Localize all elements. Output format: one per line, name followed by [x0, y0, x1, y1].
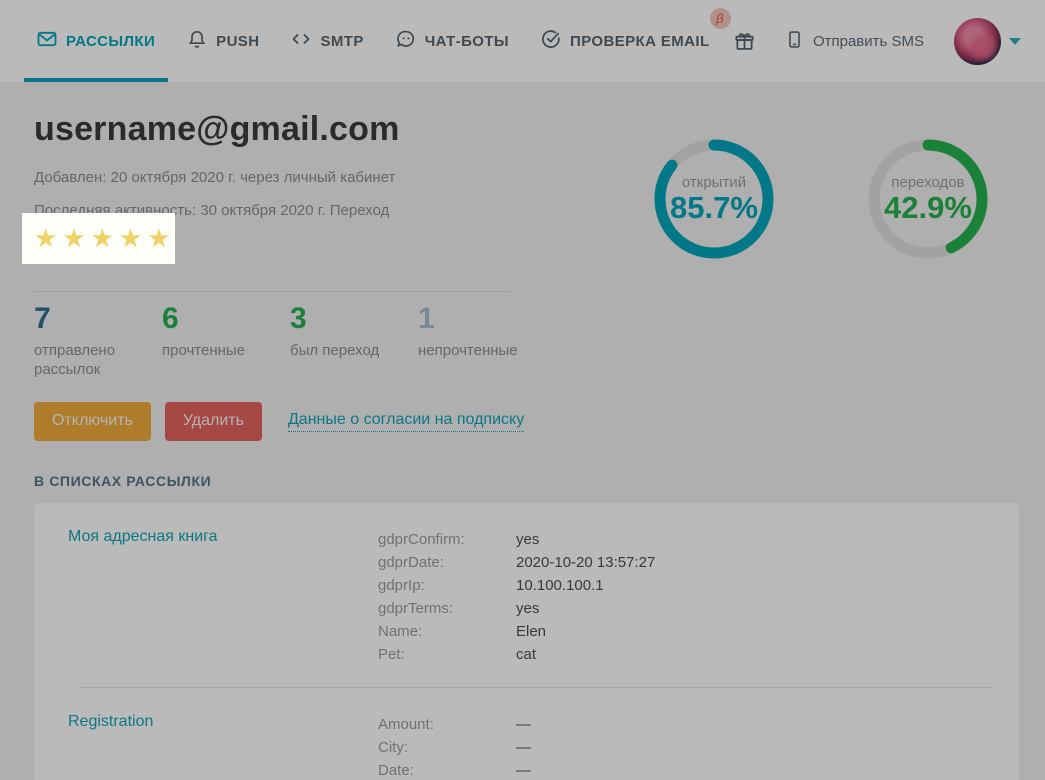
field-value: yes [516, 530, 540, 548]
click-rate-label: переходов [891, 173, 965, 191]
open-rate-value: 85.7% [670, 189, 758, 225]
chat-bot-icon [396, 29, 416, 53]
stats-divider [34, 291, 510, 292]
field-row: Date: — [378, 759, 1019, 780]
stat-clicked: 3 был переход [290, 304, 418, 380]
field-label: City: [378, 738, 408, 756]
stat-clicked-value: 3 [290, 302, 307, 335]
field-row: gdprTerms: yes [378, 597, 1019, 620]
donut-charts: открытий 85.7% переходов 42.9% [653, 110, 1019, 489]
phone-icon [785, 30, 804, 53]
nav-tab-email-verify[interactable]: ПРОВЕРКА EMAIL β [528, 0, 731, 82]
field-value: — [516, 738, 531, 756]
field-label: Pet: [378, 645, 405, 663]
field-row: gdprIp: 10.100.100.1 [378, 574, 1019, 597]
list-name-link[interactable]: Моя адресная книга [68, 528, 378, 666]
stat-sent: 7 отправлено рассылок [34, 304, 162, 380]
lists-section-title: В СПИСКАХ РАССЫЛКИ [34, 472, 212, 489]
account-menu[interactable] [954, 17, 1021, 65]
gift-icon[interactable] [734, 31, 755, 52]
field-row: gdprConfirm: yes [378, 528, 1019, 551]
field-value: 10.100.100.1 [516, 576, 604, 594]
mailing-list-row: Registration Amount:—City:—Date:—gdprCon… [34, 686, 1019, 780]
subscriber-page: username@gmail.com Добавлен: 20 октября … [0, 82, 1045, 780]
check-circle-icon [541, 29, 561, 53]
list-name-link[interactable]: Registration [68, 713, 378, 780]
stat-sent-label: отправлено рассылок [34, 342, 116, 378]
rating-stars[interactable]: ★★★★★ [22, 213, 175, 264]
click-rate-donut: переходов 42.9% [867, 138, 989, 260]
field-label: gdprTerms: [378, 599, 454, 617]
nav-tab-label: ЧАТ-БОТЫ [424, 32, 510, 50]
open-rate-donut: открытий 85.7% [653, 138, 775, 260]
nav-tab-label: РАССЫЛКИ [66, 32, 156, 50]
field-label: gdprConfirm: [378, 530, 465, 548]
field-label: gdprDate: [378, 553, 444, 571]
stat-unread-value: 1 [418, 302, 435, 335]
nav-tab-chatbots[interactable]: ЧАТ-БОТЫ [383, 0, 522, 82]
consent-data-link[interactable]: Данные о согласии на подписку [287, 411, 525, 432]
send-sms-button[interactable]: Отправить SMS [785, 30, 924, 53]
stat-sent-value: 7 [34, 302, 51, 335]
send-sms-label: Отправить SMS [812, 32, 924, 50]
field-label: gdprIp: [378, 576, 425, 594]
mailing-list-row: Моя адресная книга gdprConfirm: yes gdprDa… [34, 503, 1019, 687]
beta-badge: β [709, 8, 731, 29]
stat-read: 6 прочтенные [162, 304, 290, 380]
subscriber-stats: 7 отправлено рассылок 6 прочтенные 3 был… [34, 304, 556, 380]
field-value: yes [516, 599, 540, 617]
field-value: cat [516, 645, 537, 663]
list-fields: Amount:—City:—Date:—gdprConfirm:yesgdprD… [378, 713, 1019, 780]
field-label: Name: [378, 622, 423, 640]
nav-tab-smtp[interactable]: SMTP [278, 0, 376, 82]
field-row: Name: Elen [378, 620, 1019, 643]
code-icon [291, 29, 311, 53]
nav-right-cluster: Отправить SMS [734, 0, 1021, 82]
delete-button[interactable]: Удалить [164, 401, 262, 441]
open-rate-label: открытий [681, 173, 747, 191]
nav-tab-label: PUSH [216, 32, 260, 50]
stat-clicked-label: был переход [290, 342, 380, 359]
stat-unread: 1 непрочтенные [418, 304, 546, 380]
nav-tab-label: ПРОВЕРКА EMAIL [570, 32, 710, 50]
field-value: — [516, 761, 531, 779]
field-label: Date: [378, 761, 414, 779]
bell-icon [187, 29, 207, 53]
field-row: Pet: cat [378, 643, 1019, 666]
stat-read-label: прочтенные [162, 342, 246, 359]
field-label: Amount: [378, 715, 434, 733]
stat-read-value: 6 [162, 302, 179, 335]
avatar[interactable] [954, 17, 1001, 65]
added-date-line: Добавлен: 20 октября 2020 г. через личны… [34, 169, 396, 186]
star-icons[interactable]: ★★★★★ [34, 226, 176, 252]
field-value: Elen [516, 622, 547, 640]
mailing-lists-card: Моя адресная книга gdprConfirm: yes gdprDa… [34, 502, 1019, 780]
envelope-icon [37, 29, 57, 53]
field-row: Amount: — [378, 713, 1019, 736]
field-row: gdprDate: 2020-10-20 13:57:27 [378, 551, 1019, 574]
nav-tab-push[interactable]: PUSH [174, 0, 272, 82]
field-value: — [516, 715, 531, 733]
field-row: City: — [378, 736, 1019, 759]
stat-unread-label: непрочтенные [418, 342, 518, 359]
click-rate-value: 42.9% [884, 189, 972, 225]
chevron-down-icon [1009, 37, 1021, 45]
nav-tab-mailings[interactable]: РАССЫЛКИ [24, 0, 169, 82]
list-fields: gdprConfirm: yes gdprDate: 2020-10-20 13:57… [378, 528, 1019, 666]
disable-button[interactable]: Отключить [34, 401, 151, 441]
subscriber-email-title: username@gmail.com [34, 110, 400, 148]
nav-tab-label: SMTP [320, 32, 364, 50]
field-value: 2020-10-20 13:57:27 [516, 553, 656, 571]
top-navigation: РАССЫЛКИ PUSH SMTP ЧАТ-БОТЫ ПРОВЕРКА EMA… [0, 0, 1045, 82]
